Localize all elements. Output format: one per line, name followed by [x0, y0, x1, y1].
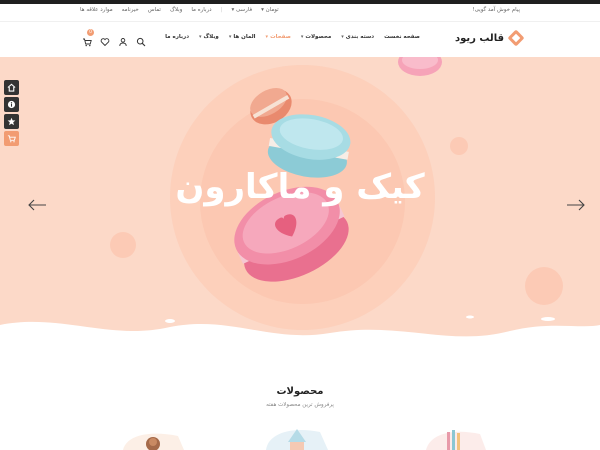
main-nav: صفحه نخست دسته بندی▾ محصولات▾ صفحات▾ الم…: [165, 34, 420, 40]
cart-count-badge: 0: [87, 29, 94, 36]
top-links: تومان ▾ فارسی ▾ | درباره ما وبلاگ تماس خ…: [80, 7, 279, 13]
chevron-down-icon: ▾: [265, 34, 269, 40]
top-link-about[interactable]: درباره ما: [191, 7, 211, 13]
nav-item-categories[interactable]: دسته بندی▾: [341, 34, 374, 40]
slider-prev-arrow[interactable]: [27, 197, 47, 211]
chevron-down-icon: ▾: [199, 34, 202, 40]
hero-bubble: [110, 232, 136, 258]
hero-title: کیک و ماکارون: [175, 167, 425, 207]
product-thumbnail[interactable]: [262, 426, 332, 450]
slider-next-arrow[interactable]: [566, 197, 586, 211]
home-icon[interactable]: [4, 80, 19, 95]
cart-icon[interactable]: [4, 131, 19, 146]
cart-icon[interactable]: 0: [82, 29, 94, 47]
nav-item-elements[interactable]: المان ها▾: [229, 34, 256, 40]
top-bar: پیام خوش آمد گویی! تومان ▾ فارسی ▾ | درب…: [0, 4, 600, 22]
divider: |: [220, 7, 223, 13]
welcome-message: پیام خوش آمد گویی!: [472, 7, 520, 13]
nav-item-pages[interactable]: صفحات▾: [266, 34, 291, 40]
side-toolbar: [4, 80, 19, 146]
hero-bubble: [525, 267, 563, 305]
top-link-blog[interactable]: وبلاگ: [170, 7, 182, 13]
top-link-language[interactable]: فارسی ▾: [231, 7, 252, 13]
nav-item-home[interactable]: صفحه نخست: [384, 34, 420, 40]
top-link-newsletter[interactable]: خیرنامه: [122, 7, 139, 13]
site-logo[interactable]: قالب ریود: [454, 29, 525, 47]
logo-icon: [507, 29, 525, 47]
search-icon[interactable]: [136, 32, 146, 47]
nav-item-blog[interactable]: وبلاگ▾: [199, 34, 219, 40]
chevron-down-icon: ▾: [341, 34, 344, 40]
top-link-currency[interactable]: تومان ▾: [261, 7, 279, 13]
nav-item-about[interactable]: درباره ما: [165, 34, 189, 40]
products-section-title: محصولات: [276, 386, 324, 397]
heart-icon[interactable]: [100, 32, 110, 47]
hero-bubble: [450, 137, 468, 155]
chevron-down-icon: ▾: [228, 34, 232, 40]
nav-item-products[interactable]: محصولات▾: [301, 34, 331, 40]
info-icon[interactable]: [4, 97, 19, 112]
user-icon[interactable]: [118, 32, 128, 47]
product-thumbnail[interactable]: [118, 426, 188, 450]
top-link-contact[interactable]: تماس: [148, 7, 161, 13]
main-header: قالب ریود صفحه نخست دسته بندی▾ محصولات▾ …: [0, 23, 600, 57]
hero-wave-divider: [0, 315, 600, 373]
star-icon[interactable]: [4, 114, 19, 129]
products-section-subtitle: پرفروش ترین محصولات هفته: [266, 402, 334, 408]
logo-text: قالب ریود: [454, 32, 504, 44]
chevron-down-icon: ▾: [300, 34, 304, 40]
header-icons: 0: [82, 29, 146, 47]
product-thumbnail[interactable]: [420, 426, 490, 450]
top-link-favorites[interactable]: موارد علاقه ها: [80, 7, 113, 13]
